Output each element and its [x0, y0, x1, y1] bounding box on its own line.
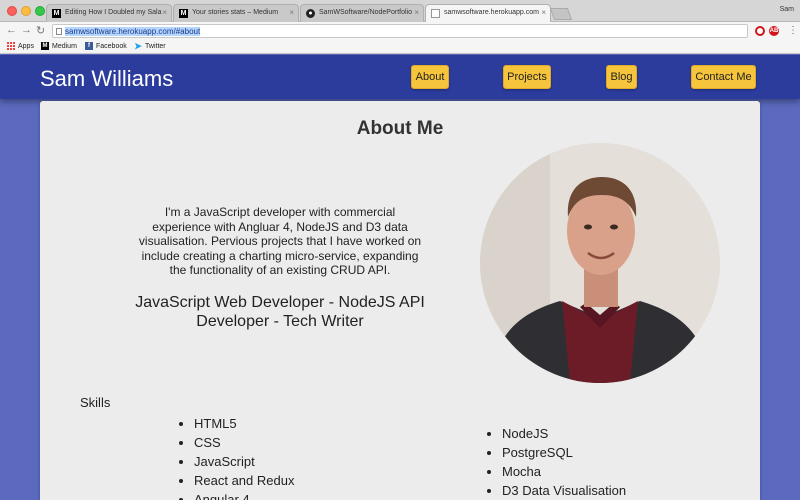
bookmark-label: Facebook — [96, 42, 127, 50]
back-arrow-icon[interactable]: ← — [6, 24, 17, 36]
about-heading: About Me — [356, 118, 444, 139]
skill-item: JavaScript — [194, 452, 294, 471]
facebook-icon: f — [85, 42, 93, 50]
skill-item: PostgreSQL — [502, 443, 626, 462]
skill-item: Angular 4 — [194, 490, 294, 500]
tab-title: Your stories stats – Medium — [192, 9, 279, 16]
browser-tab[interactable]: ● SamWSoftware/NodePortfolio × — [300, 4, 424, 22]
bookmark-label: Medium — [52, 42, 77, 50]
twitter-icon: ➤ — [134, 40, 142, 51]
skills-list-secondary: NodeJS PostgreSQL Mocha D3 Data Visualis… — [502, 424, 626, 500]
nav-blog-button[interactable]: Blog — [606, 65, 637, 89]
browser-tab-bar: M Editing How I Doubled my Sala × M Your… — [0, 0, 800, 22]
browser-toolbar: ← → ↻ samwsoftware.herokuapp.com/#about … — [0, 22, 800, 40]
bookmark-apps[interactable]: Apps — [7, 42, 34, 50]
close-icon[interactable]: × — [289, 8, 294, 17]
close-icon[interactable]: × — [414, 8, 419, 17]
site-header: Sam Williams About Projects Blog Contact… — [0, 55, 800, 99]
tab-title: SamWSoftware/NodePortfolio — [319, 9, 412, 16]
skill-item: D3 Data Visualisation — [502, 481, 626, 500]
page-icon — [431, 9, 440, 18]
bookmark-twitter[interactable]: ➤ Twitter — [134, 40, 166, 51]
bookmark-label: Apps — [18, 42, 34, 50]
nav-contact-button[interactable]: Contact Me — [691, 65, 756, 89]
bookmark-label: Twitter — [145, 42, 166, 50]
medium-icon: M — [52, 9, 61, 18]
skills-label: Skills — [80, 395, 111, 410]
medium-icon: M — [41, 42, 49, 50]
window-minimize-button[interactable] — [21, 6, 31, 16]
skill-item: CSS — [194, 433, 294, 452]
address-bar[interactable]: samwsoftware.herokuapp.com/#about — [52, 24, 748, 38]
nav-projects-button[interactable]: Projects — [503, 65, 551, 89]
profile-name[interactable]: Sam — [780, 6, 794, 13]
github-icon: ● — [306, 9, 315, 18]
about-roles: JavaScript Web Developer - NodeJS API De… — [135, 294, 425, 330]
close-icon[interactable]: × — [541, 8, 546, 17]
page-info-icon[interactable] — [56, 28, 62, 35]
browser-tab[interactable]: M Your stories stats – Medium × — [173, 4, 299, 22]
bookmarks-bar: Apps M Medium f Facebook ➤ Twitter — [0, 40, 800, 54]
close-icon[interactable]: × — [162, 8, 167, 17]
browser-tab[interactable]: M Editing How I Doubled my Sala × — [46, 4, 172, 22]
skill-item: HTML5 — [194, 414, 294, 433]
profile-photo — [480, 143, 720, 383]
forward-arrow-icon[interactable]: → — [21, 24, 32, 36]
bookmark-facebook[interactable]: f Facebook — [85, 42, 127, 50]
skill-item: React and Redux — [194, 471, 294, 490]
browser-tab-active[interactable]: samwsoftware.herokuapp.com × — [425, 4, 551, 22]
new-tab-button[interactable] — [549, 8, 573, 20]
opera-extension-icon[interactable] — [755, 26, 765, 36]
skills-list-primary: HTML5 CSS JavaScript React and Redux Ang… — [194, 414, 294, 500]
adblock-extension-icon[interactable]: AB — [769, 26, 779, 36]
nav-about-button[interactable]: About — [411, 65, 449, 89]
skill-item: NodeJS — [502, 424, 626, 443]
address-bar-url[interactable]: samwsoftware.herokuapp.com/#about — [65, 27, 201, 36]
more-menu-icon[interactable]: ⋮ — [788, 25, 798, 36]
reload-icon[interactable]: ↻ — [36, 24, 45, 37]
about-intro: I'm a JavaScript developer with commerci… — [138, 205, 422, 277]
tab-title: samwsoftware.herokuapp.com — [444, 9, 539, 16]
medium-icon: M — [179, 9, 188, 18]
skill-item: Mocha — [502, 462, 626, 481]
bookmark-medium[interactable]: M Medium — [41, 42, 77, 50]
apps-icon — [7, 42, 15, 50]
window-zoom-button[interactable] — [35, 6, 45, 16]
about-card: About Me I'm a JavaScript developer with… — [40, 101, 760, 500]
site-title[interactable]: Sam Williams — [40, 66, 173, 92]
window-close-button[interactable] — [7, 6, 17, 16]
tab-title: Editing How I Doubled my Sala — [65, 9, 162, 16]
